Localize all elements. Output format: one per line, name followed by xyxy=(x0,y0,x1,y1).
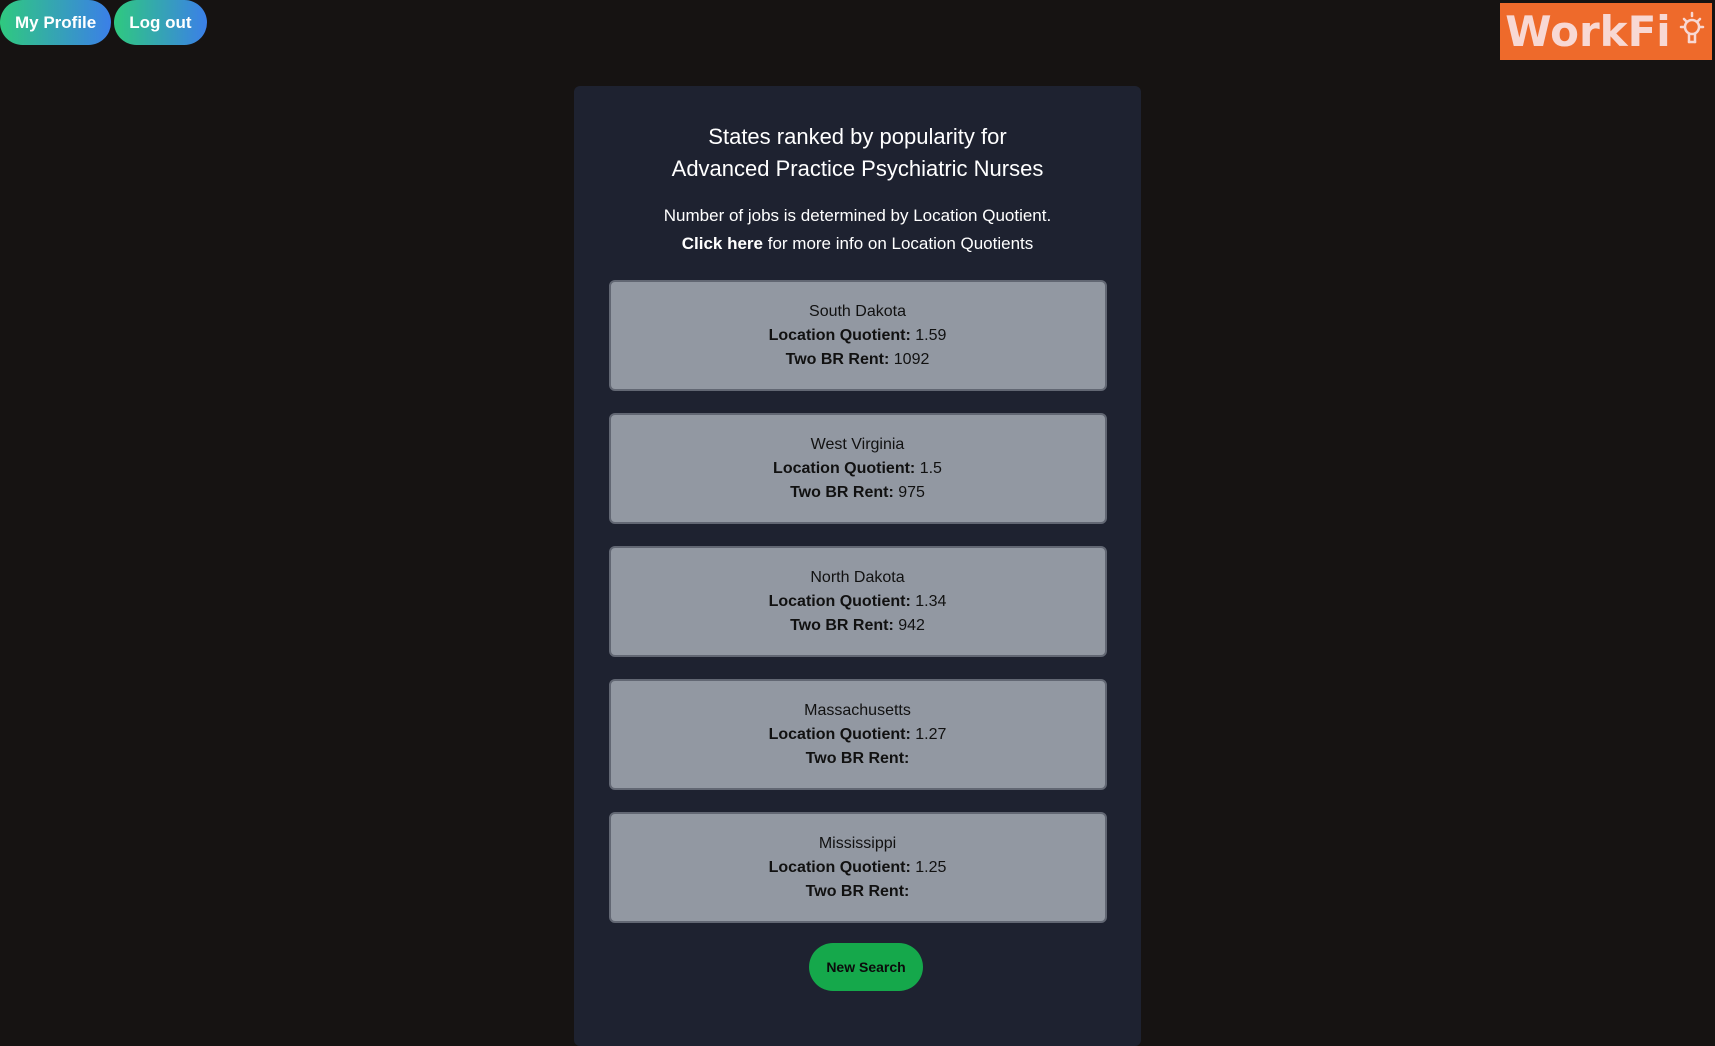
lq-label: Location Quotient: xyxy=(768,592,911,610)
lightbulb-icon xyxy=(1677,10,1707,53)
location-quotient-row: Location Quotient: 1.27 xyxy=(769,723,947,747)
rent-row: Two BR Rent: xyxy=(806,880,910,904)
state-name: North Dakota xyxy=(810,568,905,586)
lq-value: 1.59 xyxy=(915,326,947,344)
state-card[interactable]: Massachusetts Location Quotient: 1.27 Tw… xyxy=(608,679,1107,790)
rent-row: Two BR Rent: 942 xyxy=(790,614,925,638)
results-card: States ranked by popularity for Advanced… xyxy=(574,86,1141,1046)
title-line-1: States ranked by popularity for xyxy=(708,124,1007,149)
lq-value: 1.34 xyxy=(915,592,947,610)
workfi-logo[interactable]: WorkFi xyxy=(1500,3,1712,60)
rent-value: 1092 xyxy=(893,350,930,368)
top-nav: My Profile Log out xyxy=(0,0,207,45)
location-quotient-info: Number of jobs is determined by Location… xyxy=(574,202,1141,258)
state-list: South Dakota Location Quotient: 1.59 Two… xyxy=(574,280,1141,923)
lq-label: Location Quotient: xyxy=(768,858,911,876)
rent-label: Two BR Rent: xyxy=(805,749,910,767)
new-search-wrap: New Search xyxy=(574,943,1141,991)
lq-value: 1.27 xyxy=(915,725,947,743)
location-quotient-row: Location Quotient: 1.34 xyxy=(769,590,947,614)
state-name: Mississippi xyxy=(818,834,897,852)
lq-label: Location Quotient: xyxy=(768,725,911,743)
info-line-2-text: for more info on Location Quotients xyxy=(763,234,1034,253)
rent-label: Two BR Rent: xyxy=(785,350,890,368)
rent-row: Two BR Rent: xyxy=(806,747,910,771)
my-profile-button[interactable]: My Profile xyxy=(0,0,112,45)
info-line-1: Number of jobs is determined by Location… xyxy=(663,206,1052,225)
state-card[interactable]: North Dakota Location Quotient: 1.34 Two… xyxy=(608,546,1107,657)
state-name: South Dakota xyxy=(809,302,906,320)
location-quotient-row: Location Quotient: 1.59 xyxy=(769,324,947,348)
logout-button[interactable]: Log out xyxy=(114,0,207,45)
title-line-2: Advanced Practice Psychiatric Nurses xyxy=(671,156,1044,181)
state-name: West Virginia xyxy=(810,435,905,453)
lq-label: Location Quotient: xyxy=(768,326,911,344)
lq-value: 1.25 xyxy=(915,858,947,876)
rent-label: Two BR Rent: xyxy=(805,882,910,900)
more-info-link[interactable]: Click here xyxy=(682,234,763,253)
state-card[interactable]: West Virginia Location Quotient: 1.5 Two… xyxy=(608,413,1107,524)
state-name: Massachusetts xyxy=(804,701,911,719)
rent-row: Two BR Rent: 975 xyxy=(790,481,925,505)
info-line-2: Click here for more info on Location Quo… xyxy=(574,230,1141,258)
page-title: States ranked by popularity for Advanced… xyxy=(574,121,1141,185)
logo-text: WorkFi xyxy=(1505,7,1671,56)
rent-value: 975 xyxy=(898,483,925,501)
lq-label: Location Quotient: xyxy=(773,459,916,477)
rent-label: Two BR Rent: xyxy=(790,616,894,634)
lq-value: 1.5 xyxy=(919,459,942,477)
location-quotient-row: Location Quotient: 1.5 xyxy=(773,457,942,481)
location-quotient-row: Location Quotient: 1.25 xyxy=(769,856,947,880)
state-card[interactable]: Mississippi Location Quotient: 1.25 Two … xyxy=(608,812,1107,923)
state-card[interactable]: South Dakota Location Quotient: 1.59 Two… xyxy=(608,280,1107,391)
rent-label: Two BR Rent: xyxy=(790,483,894,501)
new-search-button[interactable]: New Search xyxy=(809,943,923,991)
rent-value: 942 xyxy=(898,616,925,634)
rent-row: Two BR Rent: 1092 xyxy=(786,348,930,372)
